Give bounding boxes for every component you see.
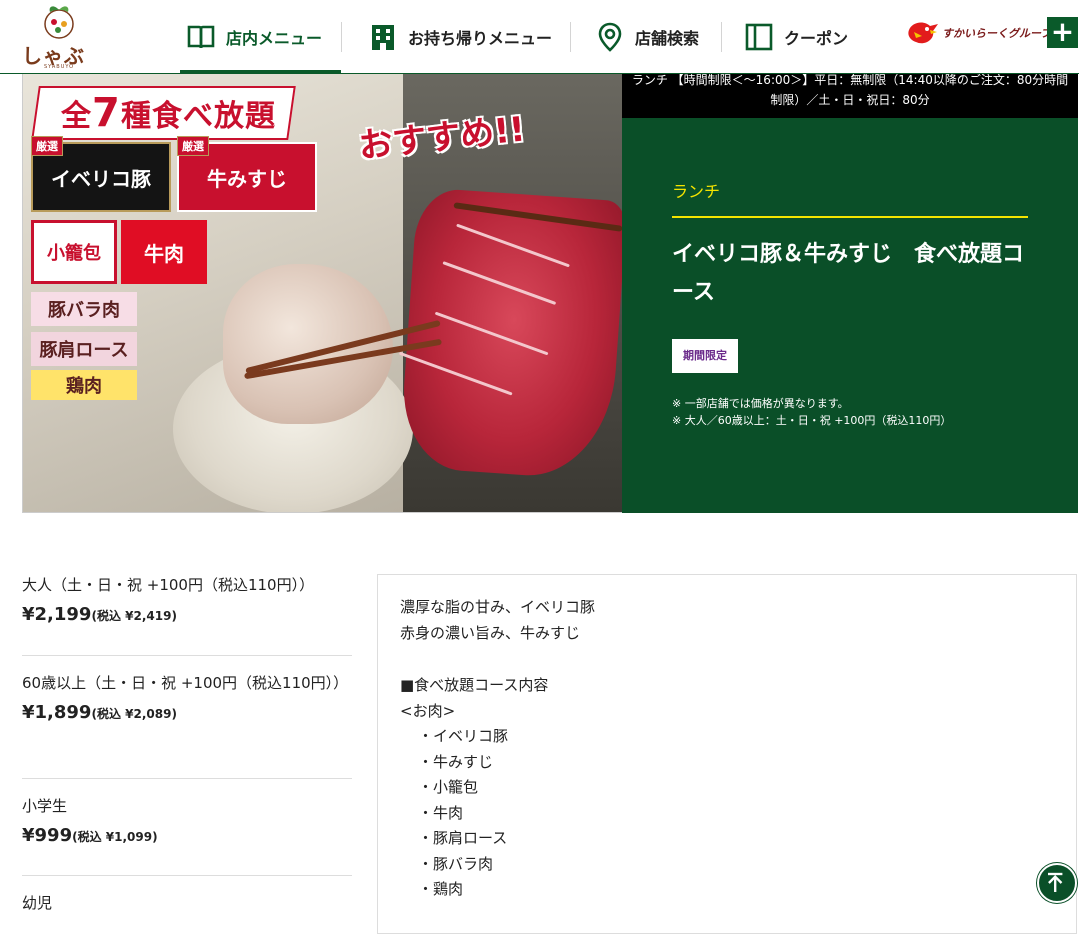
hero-image: 全 7 種 食べ放題 おすすめ!! 厳選 イベリコ豚 厳選 牛みすじ 小籠包 牛… — [22, 74, 622, 513]
site-logo[interactable]: しゃぶ葉 SYABUYO — [14, 4, 104, 97]
nav-label: 店内メニュー — [226, 29, 323, 48]
price-label: 小学生 — [22, 797, 68, 815]
main-nav: 店内メニュー お持ち帰りメニュー 店舗検索 クーポン — [180, 0, 862, 74]
price-tax: (税込 ¥1,099) — [72, 830, 158, 844]
description-section-title: ■食べ放題コース内容 — [400, 676, 549, 694]
description-line: 濃厚な脂の甘み、イベリコ豚 — [400, 598, 596, 616]
skylark-bird-icon — [908, 22, 938, 44]
banner-unit: 種 — [120, 99, 152, 134]
logo-subtext: SYABUYO — [44, 64, 75, 70]
time-limit-line-1: ランチ 【時間制限＜～16:00＞】平日：無制限（14:40以降のご注文：80分… — [631, 74, 1069, 87]
price-amount: ¥2,199 — [22, 604, 92, 625]
tag-badge-gensen: 厳選 — [31, 136, 63, 156]
coupon-icon — [745, 23, 773, 51]
tag-text: 豚バラ肉 — [48, 300, 120, 321]
image-beef-slice — [398, 187, 622, 481]
course-category: ランチ — [672, 182, 721, 201]
tag-text: イベリコ豚 — [51, 166, 151, 191]
tag-text: 小籠包 — [47, 243, 101, 264]
price-label: 幼児 — [22, 894, 53, 912]
nav-item-takeout-menu[interactable]: お持ち帰りメニュー — [342, 0, 570, 74]
price-row-infant: 幼児 — [22, 876, 352, 936]
price-row-senior: 60歳以上（土・日・祝 +100円（税込110円）） ¥1,899(税込 ¥2,… — [22, 656, 352, 779]
nav-item-store-search[interactable]: 店舗検索 — [571, 0, 721, 74]
menu-expand-button[interactable]: + — [1047, 17, 1078, 48]
nav-label: 店舗検索 — [635, 29, 700, 48]
all-you-can-eat-banner: 全 7 種 食べ放題 — [31, 86, 296, 140]
description-line: 赤身の濃い旨み、牛みすじ — [400, 623, 581, 642]
price-list: 大人（土・日・祝 +100円（税込110円）） ¥2,199(税込 ¥2,419… — [22, 560, 352, 936]
banner-number: 7 — [92, 90, 121, 136]
skylark-group-logo[interactable]: すかいらーくグループ — [906, 18, 1051, 48]
note-line: ※ 一部店舗では価格が異なります。 — [672, 397, 849, 410]
nav-item-store-menu[interactable]: 店内メニュー — [180, 0, 341, 74]
price-label: 60歳以上（土・日・祝 +100円（税込110円）） — [22, 674, 349, 692]
logo-emblem-icon — [44, 6, 74, 39]
banner-rest: 食べ放題 — [151, 99, 276, 134]
tag-chicken: 鶏肉 — [31, 370, 137, 400]
site-header: しゃぶ葉 SYABUYO 店内メニュー お持ち帰りメニュー — [0, 0, 1079, 97]
building-icon — [372, 25, 394, 50]
back-to-top-button[interactable] — [1037, 863, 1077, 903]
course-notes: ※ 一部店舗では価格が異なります。 ※ 大人／60歳以上：土・日・祝 +100円… — [672, 395, 951, 429]
book-icon — [187, 25, 215, 49]
tag-badge-gensen: 厳選 — [177, 136, 209, 156]
tag-iberico: 厳選 イベリコ豚 — [31, 136, 171, 212]
note-line: ※ 大人／60歳以上：土・日・祝 +100円（税込110円） — [672, 414, 952, 427]
price-label: 大人（土・日・祝 +100円（税込110円）） — [22, 576, 315, 594]
tag-text: 牛肉 — [144, 241, 184, 266]
price-value: ¥2,199(税込 ¥2,419) — [22, 604, 352, 625]
price-amount: ¥1,899 — [22, 702, 92, 723]
price-tax: (税込 ¥2,419) — [91, 609, 177, 623]
course-item: ・豚肩ロース — [418, 829, 508, 847]
tag-pork-shoulder: 豚肩ロース — [31, 332, 137, 366]
price-value: ¥1,899(税込 ¥2,089) — [22, 702, 352, 723]
course-item: ・牛みすじ — [418, 752, 494, 771]
group-logo-text: すかいらーくグループ — [942, 27, 1052, 40]
course-item: ・鶏肉 — [418, 880, 464, 898]
price-row-adult: 大人（土・日・祝 +100円（税込110円）） ¥2,199(税込 ¥2,419… — [22, 560, 352, 656]
tag-beef: 牛肉 — [121, 220, 207, 284]
tag-gyu-misuji: 厳選 牛みすじ — [177, 136, 317, 212]
price-tax: (税込 ¥2,089) — [91, 707, 177, 721]
tag-text: 豚肩ロース — [39, 340, 129, 361]
course-info-panel: ランチ 【時間制限＜～16:00＞】平日：無制限（14:40以降のご注文：80分… — [622, 74, 1078, 513]
price-value: ¥999(税込 ¥1,099) — [22, 825, 352, 846]
course-item: ・イベリコ豚 — [418, 727, 509, 745]
limited-time-badge: 期間限定 — [672, 339, 738, 373]
price-amount: ¥999 — [22, 825, 73, 846]
map-pin-icon — [598, 22, 622, 52]
price-row-elementary: 小学生 ¥999(税込 ¥1,099) — [22, 779, 352, 876]
tag-text: 牛みすじ — [207, 166, 287, 191]
time-limit-bar: ランチ 【時間制限＜～16:00＞】平日：無制限（14:40以降のご注文：80分… — [622, 74, 1078, 118]
course-item: ・豚バラ肉 — [418, 854, 494, 873]
nav-item-coupon[interactable]: クーポン — [722, 0, 862, 74]
time-limit-line-2: 制限）／土・日・祝日：80分 — [770, 93, 930, 107]
category-underline — [672, 216, 1028, 218]
nav-label: お持ち帰りメニュー — [408, 29, 553, 48]
description-subheading: <お肉> — [400, 701, 456, 720]
tag-text: 鶏肉 — [66, 376, 102, 397]
course-description: 濃厚な脂の甘み、イベリコ豚 赤身の濃い旨み、牛みすじ ■食べ放題コース内容 <お… — [377, 574, 1077, 934]
nav-label: クーポン — [784, 29, 849, 48]
tag-xiaolongbao: 小籠包 — [31, 220, 117, 284]
course-title: イベリコ豚＆牛みすじ 食べ放題コース — [672, 242, 1025, 305]
banner-prefix: 全 — [61, 99, 92, 134]
course-item: ・牛肉 — [418, 803, 464, 822]
course-item: ・小籠包 — [418, 778, 479, 796]
arrow-up-icon — [1048, 872, 1063, 892]
tag-pork-belly: 豚バラ肉 — [31, 292, 137, 326]
